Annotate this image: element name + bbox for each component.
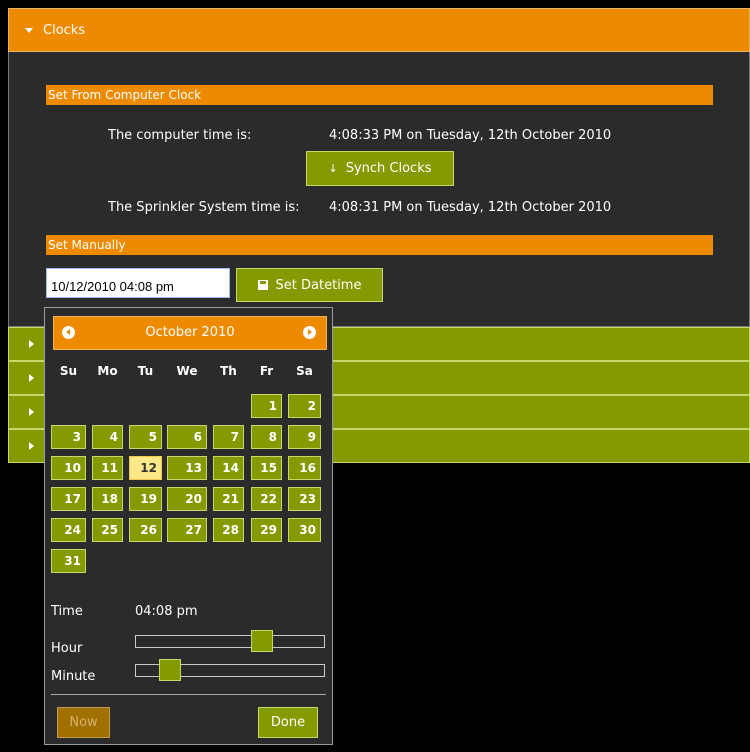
- sprinkler-time-label: The Sprinkler System time is:: [108, 200, 300, 215]
- day-cell-30[interactable]: 30: [288, 518, 321, 542]
- day-cell-31[interactable]: 31: [51, 549, 86, 573]
- sprinkler-time-value: 4:08:31 PM on Tuesday, 12th October 2010: [329, 200, 612, 215]
- weekday-su: Su: [59, 364, 78, 378]
- now-button[interactable]: Now: [57, 707, 110, 738]
- time-value: 04:08 pm: [135, 604, 198, 619]
- synch-clocks-button[interactable]: ↓ Synch Clocks: [306, 151, 454, 186]
- time-label: Time: [51, 604, 83, 619]
- day-cell-2[interactable]: 2: [288, 394, 321, 418]
- day-cell-4[interactable]: 4: [92, 425, 123, 449]
- day-cell-17[interactable]: 17: [51, 487, 86, 511]
- set-from-computer-header: Set From Computer Clock: [46, 85, 713, 105]
- weekday-tu: Tu: [137, 364, 154, 378]
- day-cell-9[interactable]: 9: [288, 425, 321, 449]
- day-cell-15[interactable]: 15: [251, 456, 282, 480]
- day-cell-5[interactable]: 5: [129, 425, 162, 449]
- collapsed-triangle-icon: [29, 408, 34, 416]
- down-arrow-icon: ↓: [328, 162, 338, 175]
- day-cell-8[interactable]: 8: [251, 425, 282, 449]
- day-cell-25[interactable]: 25: [92, 518, 123, 542]
- day-cell-12[interactable]: 12: [129, 456, 162, 480]
- clocks-panel: Set From Computer Clock The computer tim…: [8, 52, 750, 327]
- set-datetime-button[interactable]: Set Datetime: [236, 268, 383, 302]
- day-cell-20[interactable]: 20: [167, 487, 207, 511]
- next-month-icon[interactable]: [303, 326, 316, 339]
- day-cell-7[interactable]: 7: [213, 425, 244, 449]
- day-cell-22[interactable]: 22: [251, 487, 282, 511]
- weekday-th: Th: [220, 364, 237, 378]
- clocks-title: Clocks: [43, 22, 86, 38]
- collapsed-triangle-icon: [29, 374, 34, 382]
- day-cell-24[interactable]: 24: [51, 518, 86, 542]
- day-cell-1[interactable]: 1: [251, 394, 282, 418]
- day-cell-21[interactable]: 21: [213, 487, 244, 511]
- day-cell-3[interactable]: 3: [51, 425, 86, 449]
- done-button[interactable]: Done: [258, 707, 318, 738]
- day-cell-18[interactable]: 18: [92, 487, 123, 511]
- day-cell-27[interactable]: 27: [167, 518, 207, 542]
- computer-time-label: The computer time is:: [108, 128, 252, 143]
- weekday-we: We: [176, 364, 198, 378]
- expanded-triangle-icon: [25, 27, 33, 33]
- day-cell-13[interactable]: 13: [167, 456, 207, 480]
- month-title: October 2010: [145, 325, 235, 340]
- minute-slider[interactable]: [135, 659, 325, 681]
- hour-label: Hour: [51, 641, 83, 656]
- datepicker: October 2010 Su Mo Tu We Th Fr Sa 1 2 3 4 5 6 7 8 9 10 1…: [44, 307, 333, 745]
- day-cell-11[interactable]: 11: [92, 456, 123, 480]
- minute-label: Minute: [51, 669, 96, 684]
- weekday-sa: Sa: [296, 364, 313, 378]
- collapsed-triangle-icon: [29, 442, 34, 450]
- day-cell-6[interactable]: 6: [167, 425, 207, 449]
- computer-time-value: 4:08:33 PM on Tuesday, 12th October 2010: [329, 128, 612, 143]
- clocks-header[interactable]: Clocks: [8, 8, 750, 52]
- day-cell-10[interactable]: 10: [51, 456, 86, 480]
- day-cell-26[interactable]: 26: [129, 518, 162, 542]
- collapsed-triangle-icon: [29, 340, 34, 348]
- weekday-mo: Mo: [97, 364, 118, 378]
- day-cell-28[interactable]: 28: [213, 518, 244, 542]
- save-icon: [257, 280, 268, 290]
- day-cell-14[interactable]: 14: [213, 456, 244, 480]
- minute-slider-handle[interactable]: [159, 659, 181, 681]
- day-cell-19[interactable]: 19: [129, 487, 162, 511]
- hour-slider[interactable]: [135, 630, 325, 652]
- divider: [51, 694, 326, 695]
- set-manually-header: Set Manually: [46, 235, 713, 255]
- datetime-input[interactable]: [46, 268, 230, 298]
- day-cell-23[interactable]: 23: [288, 487, 321, 511]
- weekday-fr: Fr: [259, 364, 274, 378]
- hour-slider-handle[interactable]: [251, 630, 273, 652]
- day-cell-29[interactable]: 29: [251, 518, 282, 542]
- datepicker-header: October 2010: [53, 316, 327, 350]
- day-cell-16[interactable]: 16: [288, 456, 321, 480]
